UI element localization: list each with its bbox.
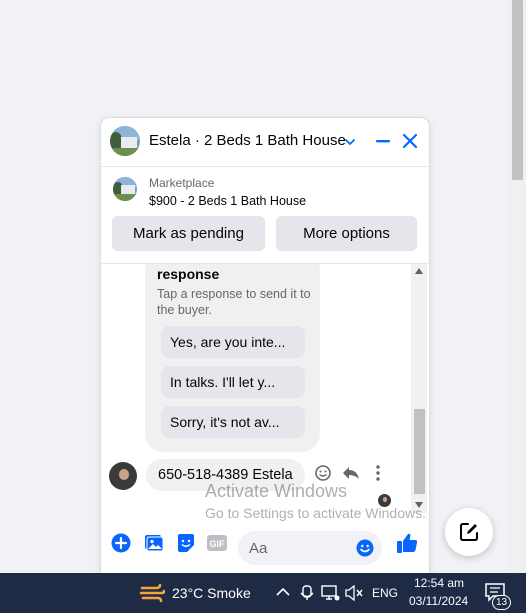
message-list[interactable]: response Tap a response to send it to th… [101, 264, 411, 513]
clock-date[interactable]: 03/11/2024 [409, 594, 468, 608]
quick-reply-button[interactable]: Yes, are you inte... [161, 326, 305, 358]
language-indicator[interactable]: ENG [372, 586, 398, 600]
suggestions-heading: response [157, 266, 220, 282]
new-message-button[interactable] [445, 508, 493, 556]
listing-kicker: Marketplace [149, 176, 215, 190]
chevron-up-icon[interactable] [276, 587, 290, 597]
compose-icon [460, 523, 478, 541]
page-scrollbar[interactable] [509, 0, 526, 573]
volume-muted-icon[interactable] [345, 585, 363, 601]
network-icon[interactable] [320, 584, 340, 602]
reply-icon[interactable] [342, 464, 360, 482]
weather-smoke-icon[interactable] [139, 582, 165, 604]
activate-windows-subtitle: Go to Settings to activate Windows. [205, 505, 426, 521]
weather-text[interactable]: 23°C Smoke [172, 585, 251, 601]
more-vertical-icon[interactable] [373, 464, 383, 482]
gif-icon[interactable]: GIF [206, 533, 228, 553]
windows-taskbar: 23°C Smoke ENG 12:54 am 03/11/2024 13 [0, 573, 526, 613]
emoji-icon[interactable] [356, 539, 374, 557]
message-scrollbar[interactable] [411, 264, 427, 513]
sender-avatar[interactable] [109, 462, 137, 490]
svg-text:GIF: GIF [210, 539, 226, 549]
clock-time[interactable]: 12:54 am [414, 576, 464, 590]
listing-title[interactable]: $900 - 2 Beds 1 Bath House [149, 194, 306, 208]
like-thumb-icon[interactable] [395, 531, 419, 555]
meet-now-icon[interactable] [300, 585, 314, 601]
more-options-button[interactable]: More options [276, 216, 417, 251]
quick-reply-button[interactable]: Sorry, it's not av... [161, 406, 305, 438]
plus-circle-icon[interactable] [111, 533, 131, 553]
mark-as-pending-button[interactable]: Mark as pending [112, 216, 265, 251]
scroll-up-arrow-icon[interactable] [415, 268, 423, 274]
chevron-down-icon[interactable] [344, 136, 356, 148]
sticker-icon[interactable] [176, 533, 196, 553]
minimize-icon[interactable] [374, 132, 392, 150]
page-scrollbar-thumb[interactable] [512, 0, 523, 180]
quick-reply-button[interactable]: In talks. I'll let y... [161, 366, 305, 398]
message-input-field[interactable] [238, 531, 382, 565]
notification-count-badge[interactable]: 13 [492, 595, 512, 610]
suggestions-help: Tap a response to send it to the buyer. [157, 287, 311, 317]
photo-icon[interactable] [144, 533, 164, 553]
activate-windows-title: Activate Windows [205, 481, 348, 501]
chat-title[interactable]: Estela · 2 Beds 1 Bath House [149, 132, 346, 149]
close-icon[interactable] [401, 132, 419, 150]
message-scrollbar-thumb[interactable] [414, 409, 425, 494]
chat-header[interactable]: Estela · 2 Beds 1 Bath House [101, 118, 429, 167]
listing-thumbnail[interactable] [113, 177, 137, 201]
suggested-responses-card: response Tap a response to send it to th… [145, 264, 320, 452]
react-icon[interactable] [314, 464, 332, 482]
message-input[interactable] [249, 531, 345, 565]
composer-bar: GIF [101, 523, 429, 573]
listing-avatar[interactable] [110, 126, 140, 156]
